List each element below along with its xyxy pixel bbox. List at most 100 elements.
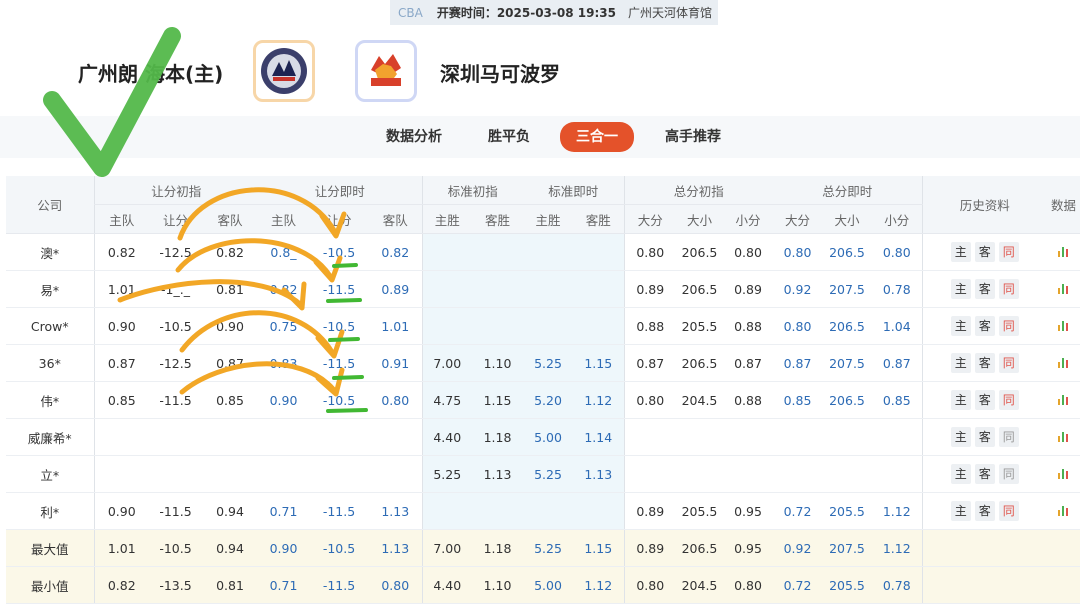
history-home-button[interactable]: 主: [950, 427, 971, 447]
table-row: 易* 1.01 -1_._ 0.81 0.82 -11.5 0.89 0.89 206.5 0.8…: [6, 270, 1080, 308]
total-open-cell: 0.87: [723, 344, 773, 382]
handicap-open-cell: [202, 455, 258, 493]
handicap-open-cell: [149, 455, 202, 493]
history-cell: 主客同: [921, 418, 1047, 456]
bar-chart-icon[interactable]: [1057, 393, 1070, 405]
handicap-live-cell: [309, 418, 369, 456]
sub-header: 大分: [623, 204, 676, 234]
history-away-button[interactable]: 客: [974, 464, 995, 484]
std-open-cell: [421, 307, 472, 345]
bar-chart-icon[interactable]: [1057, 356, 1070, 368]
history-away-button[interactable]: 客: [974, 353, 995, 373]
bar-chart-icon[interactable]: [1057, 245, 1070, 257]
history-same-button[interactable]: 同: [998, 427, 1019, 447]
handicap-live-cell: 0.91: [369, 344, 422, 382]
total-open-cell: 0.95: [723, 492, 773, 530]
home-team-logo-icon[interactable]: [253, 40, 315, 102]
handicap-live-cell: 0.82: [258, 270, 309, 308]
std-open-cell: [472, 270, 523, 308]
company-name: 36*: [6, 344, 94, 382]
tab-data-analysis[interactable]: 数据分析: [386, 125, 442, 149]
bar-chart-icon[interactable]: [1057, 430, 1070, 442]
history-home-button[interactable]: 主: [950, 279, 971, 299]
extra-cell: [1047, 344, 1080, 382]
history-away-button[interactable]: 客: [974, 279, 995, 299]
history-same-button[interactable]: 同: [998, 242, 1019, 262]
history-away-button[interactable]: 客: [974, 427, 995, 447]
history-home-button[interactable]: 主: [950, 316, 971, 336]
total-live-cell: 0.80: [773, 233, 822, 271]
header-std-live: 标准即时: [523, 176, 624, 205]
handicap-open-cell: 0.87: [93, 344, 149, 382]
tab-win-draw-lose[interactable]: 胜平负: [488, 125, 530, 149]
history-away-button[interactable]: 客: [974, 390, 995, 410]
away-team-logo-icon[interactable]: [355, 40, 417, 102]
total-live-cell: 207.5: [822, 529, 872, 567]
history-away-button[interactable]: 客: [974, 316, 995, 336]
handicap-live-cell: 1.01: [369, 307, 422, 345]
total-open-cell: 0.88: [623, 307, 676, 345]
handicap-live-cell: 1.13: [369, 492, 422, 530]
handicap-live-cell: -11.5: [309, 270, 369, 308]
handicap-live-cell: [309, 455, 369, 493]
total-open-cell: 0.87: [623, 344, 676, 382]
bar-chart-icon[interactable]: [1057, 504, 1070, 516]
total-open-cell: 0.88: [723, 307, 773, 345]
header-handicap-live: 让分即时: [258, 176, 422, 205]
total-live-cell: 0.80: [872, 233, 922, 271]
std-live-cell: 1.14: [573, 418, 624, 456]
history-home-button[interactable]: 主: [950, 464, 971, 484]
history-buttons: 主客同: [950, 242, 1019, 262]
handicap-live-cell: 0.75: [258, 307, 309, 345]
total-open-cell: [623, 418, 676, 456]
total-live-cell: 1.04: [872, 307, 922, 345]
history-same-button[interactable]: 同: [998, 353, 1019, 373]
std-open-cell: 7.00: [421, 344, 472, 382]
handicap-live-cell: 1.13: [369, 529, 422, 567]
summary-label: 最大值: [6, 529, 94, 567]
history-home-button[interactable]: 主: [950, 242, 971, 262]
history-same-button[interactable]: 同: [998, 279, 1019, 299]
sub-header: 小分: [723, 204, 773, 234]
company-name: 澳*: [6, 233, 94, 271]
total-live-cell: 205.5: [822, 566, 872, 604]
bar-chart-icon[interactable]: [1057, 467, 1070, 479]
summary-row: 最小值 0.82 -13.5 0.81 0.71 -11.5 0.80 4.40 1.10 5.0…: [6, 566, 1080, 604]
std-open-cell: [472, 233, 523, 271]
std-open-cell: [421, 270, 472, 308]
history-away-button[interactable]: 客: [974, 501, 995, 521]
total-open-cell: [676, 418, 723, 456]
bar-chart-icon[interactable]: [1057, 319, 1070, 331]
summary-row: 最大值 1.01 -10.5 0.94 0.90 -10.5 1.13 7.00 1.18 5.2…: [6, 529, 1080, 567]
std-open-cell: 1.13: [472, 455, 523, 493]
table-row: 利* 0.90 -11.5 0.94 0.71 -11.5 1.13 0.89 205.5 0.9…: [6, 492, 1080, 530]
std-live-cell: 5.00: [523, 566, 573, 604]
handicap-open-cell: 0.90: [93, 492, 149, 530]
history-same-button[interactable]: 同: [998, 390, 1019, 410]
handicap-open-cell: 0.85: [93, 381, 149, 419]
history-same-button[interactable]: 同: [998, 501, 1019, 521]
handicap-open-cell: -12.5: [149, 233, 202, 271]
handicap-open-cell: 0.87: [202, 344, 258, 382]
total-open-cell: [723, 418, 773, 456]
handicap-open-cell: 0.90: [202, 307, 258, 345]
history-same-button[interactable]: 同: [998, 464, 1019, 484]
history-home-button[interactable]: 主: [950, 390, 971, 410]
std-open-cell: 1.10: [472, 344, 523, 382]
total-open-cell: 0.89: [623, 270, 676, 308]
std-open-cell: 1.15: [472, 381, 523, 419]
tab-expert-picks[interactable]: 高手推荐: [665, 125, 721, 149]
history-same-button[interactable]: 同: [998, 316, 1019, 336]
bar-chart-icon[interactable]: [1057, 282, 1070, 294]
total-live-cell: 205.5: [822, 492, 872, 530]
history-home-button[interactable]: 主: [950, 501, 971, 521]
tab-three-in-one[interactable]: 三合一: [560, 122, 634, 152]
history-away-button[interactable]: 客: [974, 242, 995, 262]
history-home-button[interactable]: 主: [950, 353, 971, 373]
table-row: 伟* 0.85 -11.5 0.85 0.90 -10.5 0.80 4.75 1.15 5.20…: [6, 381, 1080, 419]
sub-header: 大小: [822, 204, 872, 234]
handicap-open-cell: 0.82: [93, 233, 149, 271]
extra-cell: [1047, 418, 1080, 456]
company-name: 立*: [6, 455, 94, 493]
handicap-open-cell: -10.5: [149, 529, 202, 567]
